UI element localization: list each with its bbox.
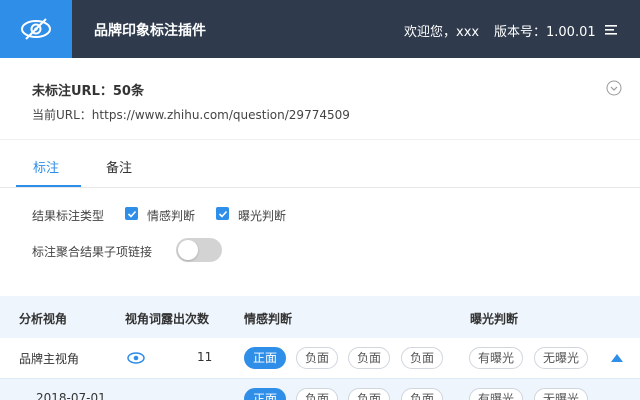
- col-header-count: 视角词露出次数: [125, 312, 210, 326]
- active-tab-indicator: [16, 185, 81, 187]
- sentiment-checkbox[interactable]: [125, 207, 138, 220]
- table-header: 分析视角 视角词露出次数 情感判断 曝光判断: [0, 296, 640, 338]
- eye-logo-icon: [21, 18, 51, 40]
- chevron-down-circle-icon[interactable]: [606, 80, 622, 96]
- result-type-label: 结果标注类型: [32, 209, 105, 223]
- sentiment-negative-button[interactable]: 负面: [296, 388, 339, 400]
- sentiment-negative-button[interactable]: 负面: [401, 388, 444, 400]
- col-header-sentiment: 情感判断: [244, 312, 293, 326]
- app-title: 品牌印象标注插件: [94, 23, 206, 39]
- sentiment-negative-button[interactable]: 负面: [348, 347, 391, 369]
- version-text: 版本号：1.00.01: [494, 25, 596, 40]
- exposure-no-button[interactable]: 无曝光: [534, 347, 589, 369]
- row-date: 2018-07-01: [36, 391, 106, 400]
- welcome-text: 欢迎您，xxx: [404, 25, 480, 40]
- toggle-knob: [178, 240, 198, 260]
- sentiment-negative-button[interactable]: 负面: [401, 347, 444, 369]
- aggregate-link-toggle[interactable]: [176, 238, 222, 262]
- exposure-yes-button[interactable]: 有曝光: [469, 388, 524, 400]
- sentiment-checkbox-label: 情感判断: [147, 209, 196, 223]
- exposure-no-button[interactable]: 无曝光: [534, 388, 589, 400]
- check-icon: [127, 210, 136, 218]
- annotation-options: 结果标注类型 情感判断 曝光判断 标注聚合结果子项链接: [0, 188, 640, 296]
- tab-note[interactable]: 备注: [106, 157, 132, 176]
- tab-bar: 标注 备注: [0, 140, 640, 188]
- table-row: 2018-07-01 正面 负面 负面 负面 有曝光 无曝光: [0, 378, 640, 400]
- aggregate-link-label: 标注聚合结果子项链接: [32, 245, 153, 259]
- tab-mark[interactable]: 标注: [33, 157, 59, 176]
- app-header: 品牌印象标注插件 欢迎您，xxx 版本号：1.00.01: [0, 0, 640, 58]
- row-count: 11: [197, 350, 213, 364]
- menu-icon[interactable]: [604, 23, 618, 37]
- col-header-perspective: 分析视角: [19, 312, 68, 326]
- eye-icon[interactable]: [126, 350, 146, 366]
- unmarked-count: 未标注URL：50条: [32, 84, 144, 99]
- check-icon: [218, 210, 227, 218]
- sentiment-positive-button[interactable]: 正面: [244, 347, 287, 369]
- table-row: 品牌主视角 11 正面 负面 负面 负面 有曝光 无曝光: [0, 338, 640, 378]
- sentiment-negative-button[interactable]: 负面: [296, 347, 339, 369]
- sentiment-positive-button[interactable]: 正面: [244, 388, 287, 400]
- logo: [0, 0, 72, 58]
- sentiment-negative-button[interactable]: 负面: [348, 388, 391, 400]
- col-header-exposure: 曝光判断: [470, 312, 519, 326]
- url-info-panel: 未标注URL：50条 当前URL：https://www.zhihu.com/q…: [0, 58, 640, 140]
- exposure-checkbox-label: 曝光判断: [238, 209, 287, 223]
- row-perspective: 品牌主视角: [19, 352, 80, 366]
- caret-up-icon[interactable]: [611, 354, 623, 362]
- exposure-yes-button[interactable]: 有曝光: [469, 347, 524, 369]
- current-url: 当前URL：https://www.zhihu.com/question/297…: [32, 108, 350, 122]
- exposure-checkbox[interactable]: [216, 207, 229, 220]
